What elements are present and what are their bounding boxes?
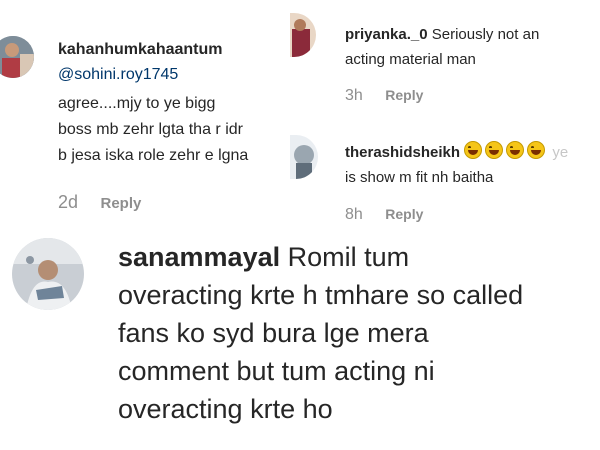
comment-line: Romil tum bbox=[287, 242, 410, 272]
comment-meta: 3h Reply bbox=[345, 87, 423, 105]
comment-line: agree....mjy to ye bigg bbox=[58, 95, 216, 112]
grinning-emoji-icon bbox=[485, 141, 504, 159]
comment-time: 2d bbox=[58, 192, 79, 212]
comment-body: sanammayal Romil tum overacting krte h t… bbox=[118, 238, 523, 428]
comment-mention[interactable]: @sohini.roy1745 bbox=[58, 66, 178, 84]
comment-body: priyanka._0 Seriously not an acting mate… bbox=[345, 22, 539, 72]
reply-button[interactable]: Reply bbox=[385, 87, 423, 103]
comment-line: overacting krte ho bbox=[118, 394, 333, 424]
avatar-image bbox=[290, 135, 318, 179]
comment-line: Seriously not an bbox=[431, 26, 540, 43]
comment-line: boss mb zehr lgta tha r idr bbox=[58, 121, 243, 138]
comment-username[interactable]: therashidsheikh bbox=[345, 144, 460, 161]
grinning-emoji-icon bbox=[527, 141, 546, 159]
grinning-emoji-icon bbox=[464, 141, 483, 159]
comment-username[interactable]: priyanka._0 bbox=[345, 26, 428, 43]
comment-username[interactable]: sanammayal bbox=[118, 242, 280, 272]
comment-line: is show m fit nh baitha bbox=[345, 169, 494, 186]
avatar[interactable] bbox=[290, 135, 318, 179]
avatar[interactable] bbox=[12, 238, 84, 310]
comment-meta: 2d Reply bbox=[58, 192, 141, 213]
comment-text: agree....mjy to ye bigg boss mb zehr lgt… bbox=[58, 91, 248, 169]
comment-line: b jesa iska role zehr e lgna bbox=[58, 147, 249, 164]
comment-line: acting material man bbox=[345, 51, 476, 68]
comment-line: fans ko syd bura lge mera bbox=[118, 318, 429, 348]
comment-body: therashidsheikh ye is show m fit nh bait… bbox=[345, 140, 568, 190]
comment-overflow-text: ye bbox=[552, 144, 569, 161]
reply-button[interactable]: Reply bbox=[100, 195, 141, 212]
comment-username[interactable]: kahanhumkahaantum bbox=[58, 41, 222, 59]
comment-line: comment but tum acting ni bbox=[118, 356, 435, 386]
comment-time: 3h bbox=[345, 87, 363, 104]
avatar-image bbox=[12, 238, 84, 310]
avatar[interactable] bbox=[0, 36, 34, 78]
avatar-image bbox=[290, 13, 316, 57]
comment-line: overacting krte h tmhare so called bbox=[118, 280, 524, 310]
comment-meta: 8h Reply bbox=[345, 206, 423, 224]
avatar-image bbox=[0, 36, 34, 78]
reply-button[interactable]: Reply bbox=[385, 206, 423, 222]
avatar[interactable] bbox=[290, 13, 316, 57]
grinning-emoji-icon bbox=[506, 141, 525, 159]
comment-time: 8h bbox=[345, 206, 363, 223]
